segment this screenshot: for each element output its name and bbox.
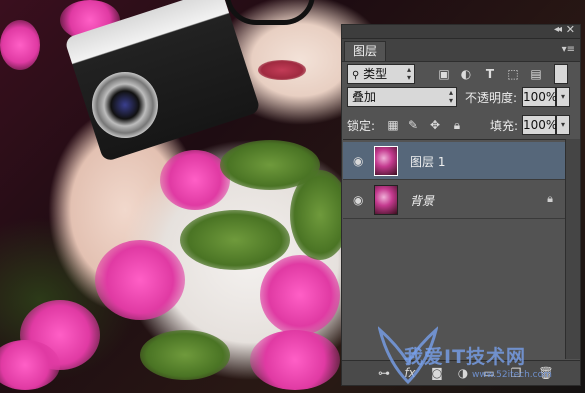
pink-flower xyxy=(260,255,340,335)
dropdown-arrows-icon: ▴ ▾ xyxy=(406,65,411,82)
lock-icon: 🔒︎ xyxy=(547,192,553,205)
pink-flower xyxy=(160,150,230,210)
panel-title-strip: ◂◂ ✕ xyxy=(342,23,580,39)
fill-label: 填充: xyxy=(490,119,519,133)
dropdown-arrows-icon: ▴ ▾ xyxy=(448,88,453,105)
search-icon: ⚲ xyxy=(352,70,360,81)
panel-menu-icon[interactable]: ▾≡ xyxy=(562,44,575,55)
camera-lens xyxy=(92,72,158,138)
opacity-label: 不透明度: xyxy=(465,91,518,105)
filter-kind-value: 类型 xyxy=(363,67,388,81)
filter-kind-dropdown[interactable]: ⚲ 类型 ▴ ▾ xyxy=(347,64,415,84)
shape-filter-icon[interactable]: ⬚ xyxy=(506,67,520,81)
eye-icon[interactable]: ◉ xyxy=(353,154,363,168)
lock-label: 锁定: xyxy=(347,119,376,133)
layer-name: 背景 xyxy=(410,194,435,208)
pink-flower xyxy=(0,340,60,390)
opacity-slider-button[interactable]: ▾ xyxy=(556,87,570,107)
lock-position-icon[interactable]: ✥ xyxy=(428,118,442,132)
blend-mode-dropdown[interactable]: 叠加 ▴ ▾ xyxy=(347,87,457,107)
smart-object-filter-icon[interactable]: ▤ xyxy=(529,67,543,81)
tab-layers[interactable]: 图层 xyxy=(344,41,386,61)
panel-tab-row: 图层 ▾≡ xyxy=(342,39,580,62)
layer-row-background[interactable]: ◉ 背景 🔒︎ xyxy=(343,181,565,219)
opacity-input[interactable]: 100% xyxy=(522,87,557,107)
type-filter-icon[interactable]: T xyxy=(483,67,497,81)
blend-mode-value: 叠加 xyxy=(352,90,377,104)
watermark: 我爱IT技术网 www.52itech.com xyxy=(378,322,578,392)
watermark-text: 我爱IT技术网 xyxy=(404,346,527,368)
image-filter-icon[interactable]: ▣ xyxy=(437,67,451,81)
lock-transparent-icon[interactable]: ▦ xyxy=(386,118,400,132)
fill-input[interactable]: 100% xyxy=(522,115,557,135)
lock-all-icon[interactable]: 🔒︎ xyxy=(450,118,464,132)
pink-flower xyxy=(250,330,340,390)
leaves xyxy=(140,330,230,380)
lips xyxy=(258,60,306,80)
layer-thumbnail xyxy=(374,185,398,215)
layer-name: 图层 1 xyxy=(410,155,446,169)
pink-flower xyxy=(0,20,40,70)
leaves xyxy=(180,210,290,270)
fill-slider-button[interactable]: ▾ xyxy=(556,115,570,135)
adjustment-filter-icon[interactable]: ◐ xyxy=(459,67,473,81)
collapse-icon[interactable]: ◂◂ xyxy=(554,24,562,35)
layer-thumbnail xyxy=(374,146,398,176)
lock-paint-icon[interactable]: ✎ xyxy=(406,118,420,132)
close-icon[interactable]: ✕ xyxy=(566,23,575,36)
eye-icon[interactable]: ◉ xyxy=(353,193,363,207)
sunglasses xyxy=(225,0,315,25)
layer-row-layer-1[interactable]: ◉ 图层 1 xyxy=(343,142,565,180)
watermark-url: www.52itech.com xyxy=(472,370,552,380)
pink-flower xyxy=(95,240,185,320)
filter-toggle[interactable] xyxy=(554,64,568,84)
